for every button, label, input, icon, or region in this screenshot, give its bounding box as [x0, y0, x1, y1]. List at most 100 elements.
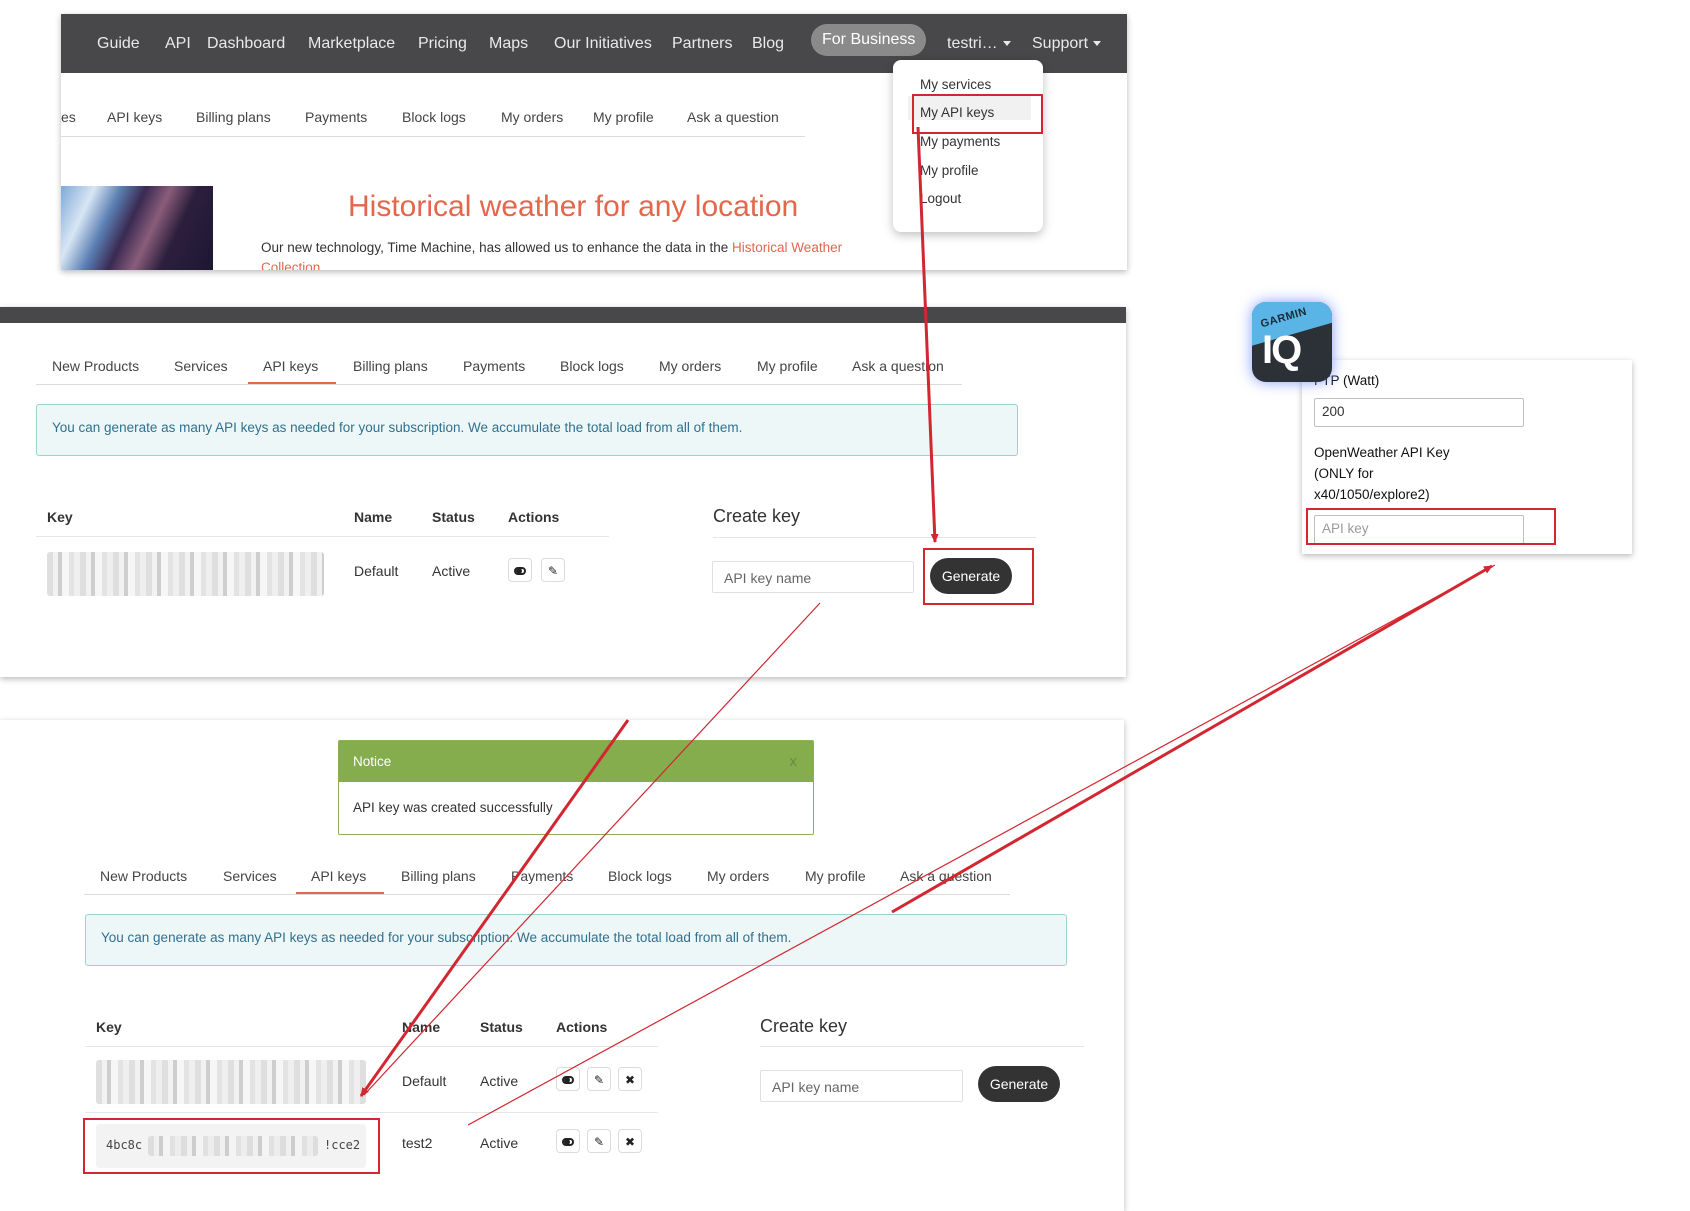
notice-header: Notice [339, 741, 813, 782]
row-status: Active [432, 563, 471, 579]
iq-text: IQ [1262, 328, 1302, 372]
create-key-title: Create key [713, 506, 801, 526]
tab-my-profile[interactable]: My profile [805, 868, 866, 884]
header-bar [0, 307, 1126, 323]
nav-blog[interactable]: Blog [752, 14, 784, 73]
tab-new-products[interactable]: New Products [52, 358, 139, 374]
tab-block-logs[interactable]: Block logs [608, 868, 672, 884]
tab-my-orders[interactable]: My orders [707, 868, 769, 884]
info-alert: You can generate as many API keys as nee… [85, 914, 1067, 966]
create-key-divider [760, 1046, 1084, 1047]
menu-my-services[interactable]: My services [920, 77, 991, 92]
tab-block-logs[interactable]: Block logs [560, 358, 624, 374]
close-icon: ✖ [624, 1073, 636, 1087]
chevron-down-icon [1093, 41, 1102, 47]
tab-services[interactable]: Services [223, 868, 277, 884]
row-status: Active [480, 1135, 519, 1151]
nav-pricing[interactable]: Pricing [418, 14, 467, 73]
subnav-block-logs[interactable]: Block logs [402, 109, 466, 125]
hero-title: Historical weather for any location [348, 190, 799, 223]
chevron-down-icon [1002, 41, 1011, 47]
close-icon: ✖ [624, 1135, 636, 1149]
tabs-divider [36, 384, 962, 385]
toggle-key-button[interactable] [556, 1067, 580, 1091]
nav-guide[interactable]: Guide [97, 14, 140, 73]
hero-text-body: Our new technology, Time Machine, has al… [261, 240, 733, 255]
col-status: Status [480, 1019, 523, 1035]
menu-my-profile[interactable]: My profile [920, 163, 979, 178]
tab-payments[interactable]: Payments [463, 358, 525, 374]
tab-billing-plans[interactable]: Billing plans [353, 358, 428, 374]
edit-key-button[interactable]: ✎ [587, 1129, 611, 1153]
highlight-new-api-key [83, 1118, 380, 1174]
nav-marketplace[interactable]: Marketplace [308, 14, 395, 73]
subnav-my-profile[interactable]: My profile [593, 109, 654, 125]
hero-text-end: . [320, 260, 325, 270]
subnav-billing-plans[interactable]: Billing plans [196, 109, 271, 125]
row-name: test2 [402, 1135, 433, 1151]
nav-for-business[interactable]: For Business [811, 24, 927, 56]
col-key: Key [47, 509, 73, 525]
tab-services[interactable]: Services [174, 358, 228, 374]
menu-my-payments[interactable]: My payments [920, 134, 1000, 149]
info-alert-text: You can generate as many API keys as nee… [52, 420, 743, 435]
delete-key-button[interactable]: ✖ [618, 1129, 642, 1153]
create-key-divider [713, 537, 1036, 538]
notice-popup: Notice x API key was created successfull… [338, 740, 814, 835]
menu-logout[interactable]: Logout [920, 191, 961, 206]
toggle-icon [562, 1076, 574, 1084]
col-key: Key [96, 1019, 122, 1035]
edit-icon: ✎ [547, 564, 559, 578]
api-key-label-line3: x40/1050/explore2) [1314, 487, 1430, 502]
toggle-icon [562, 1138, 574, 1146]
generate-button[interactable]: Generate [978, 1066, 1060, 1102]
subnav-divider [61, 136, 805, 137]
nav-maps[interactable]: Maps [489, 14, 528, 73]
api-keys-panel: New Products Services API keys Billing p… [0, 307, 1126, 677]
tabs-divider [84, 894, 1010, 895]
table-header-divider [36, 536, 609, 537]
delete-key-button[interactable]: ✖ [618, 1067, 642, 1091]
subnav-api-keys[interactable]: API keys [107, 109, 162, 125]
subnav-ask-question[interactable]: Ask a question [687, 109, 779, 125]
tab-ask-question[interactable]: Ask a question [900, 868, 992, 884]
api-key-label-line2: (ONLY for [1314, 466, 1374, 481]
tab-payments[interactable]: Payments [511, 868, 573, 884]
tab-billing-plans[interactable]: Billing plans [401, 868, 476, 884]
toggle-key-button[interactable] [508, 558, 532, 582]
edit-key-button[interactable]: ✎ [587, 1067, 611, 1091]
table-header-divider [85, 1046, 658, 1047]
toggle-icon [514, 567, 526, 575]
col-actions: Actions [556, 1019, 608, 1035]
api-key-name-input[interactable]: API key name [760, 1070, 963, 1102]
highlight-my-api-keys [912, 94, 1043, 134]
hero-text: Our new technology, Time Machine, has al… [261, 238, 881, 270]
nav-partners[interactable]: Partners [672, 14, 732, 73]
nav-api[interactable]: API [165, 14, 191, 73]
tab-api-keys[interactable]: API keys [311, 868, 366, 884]
nav-our-initiatives[interactable]: Our Initiatives [554, 14, 652, 73]
col-actions: Actions [508, 509, 560, 525]
tab-my-orders[interactable]: My orders [659, 358, 721, 374]
notice-title: Notice [353, 754, 392, 769]
nav-dashboard[interactable]: Dashboard [207, 14, 285, 73]
edit-key-button[interactable]: ✎ [541, 558, 565, 582]
row-name: Default [402, 1073, 447, 1089]
tab-ask-question[interactable]: Ask a question [852, 358, 944, 374]
close-icon[interactable]: x [790, 753, 798, 770]
highlight-generate-button [923, 548, 1034, 605]
subnav-item-cut[interactable]: es [61, 109, 76, 125]
garmin-iq-logo: GARMIN IQ [1252, 302, 1332, 382]
toggle-key-button[interactable] [556, 1129, 580, 1153]
account-subnav: es API keys Billing plans Payments Block… [61, 109, 861, 129]
api-key-name-input[interactable]: API key name [712, 561, 914, 593]
subnav-my-orders[interactable]: My orders [501, 109, 563, 125]
ftp-input[interactable]: 200 [1314, 398, 1524, 427]
tab-new-products[interactable]: New Products [100, 868, 187, 884]
tab-api-keys[interactable]: API keys [263, 358, 318, 374]
tab-my-profile[interactable]: My profile [757, 358, 818, 374]
info-alert: You can generate as many API keys as nee… [36, 404, 1018, 456]
hero-image [61, 186, 213, 270]
subnav-payments[interactable]: Payments [305, 109, 367, 125]
row-name: Default [354, 563, 399, 579]
